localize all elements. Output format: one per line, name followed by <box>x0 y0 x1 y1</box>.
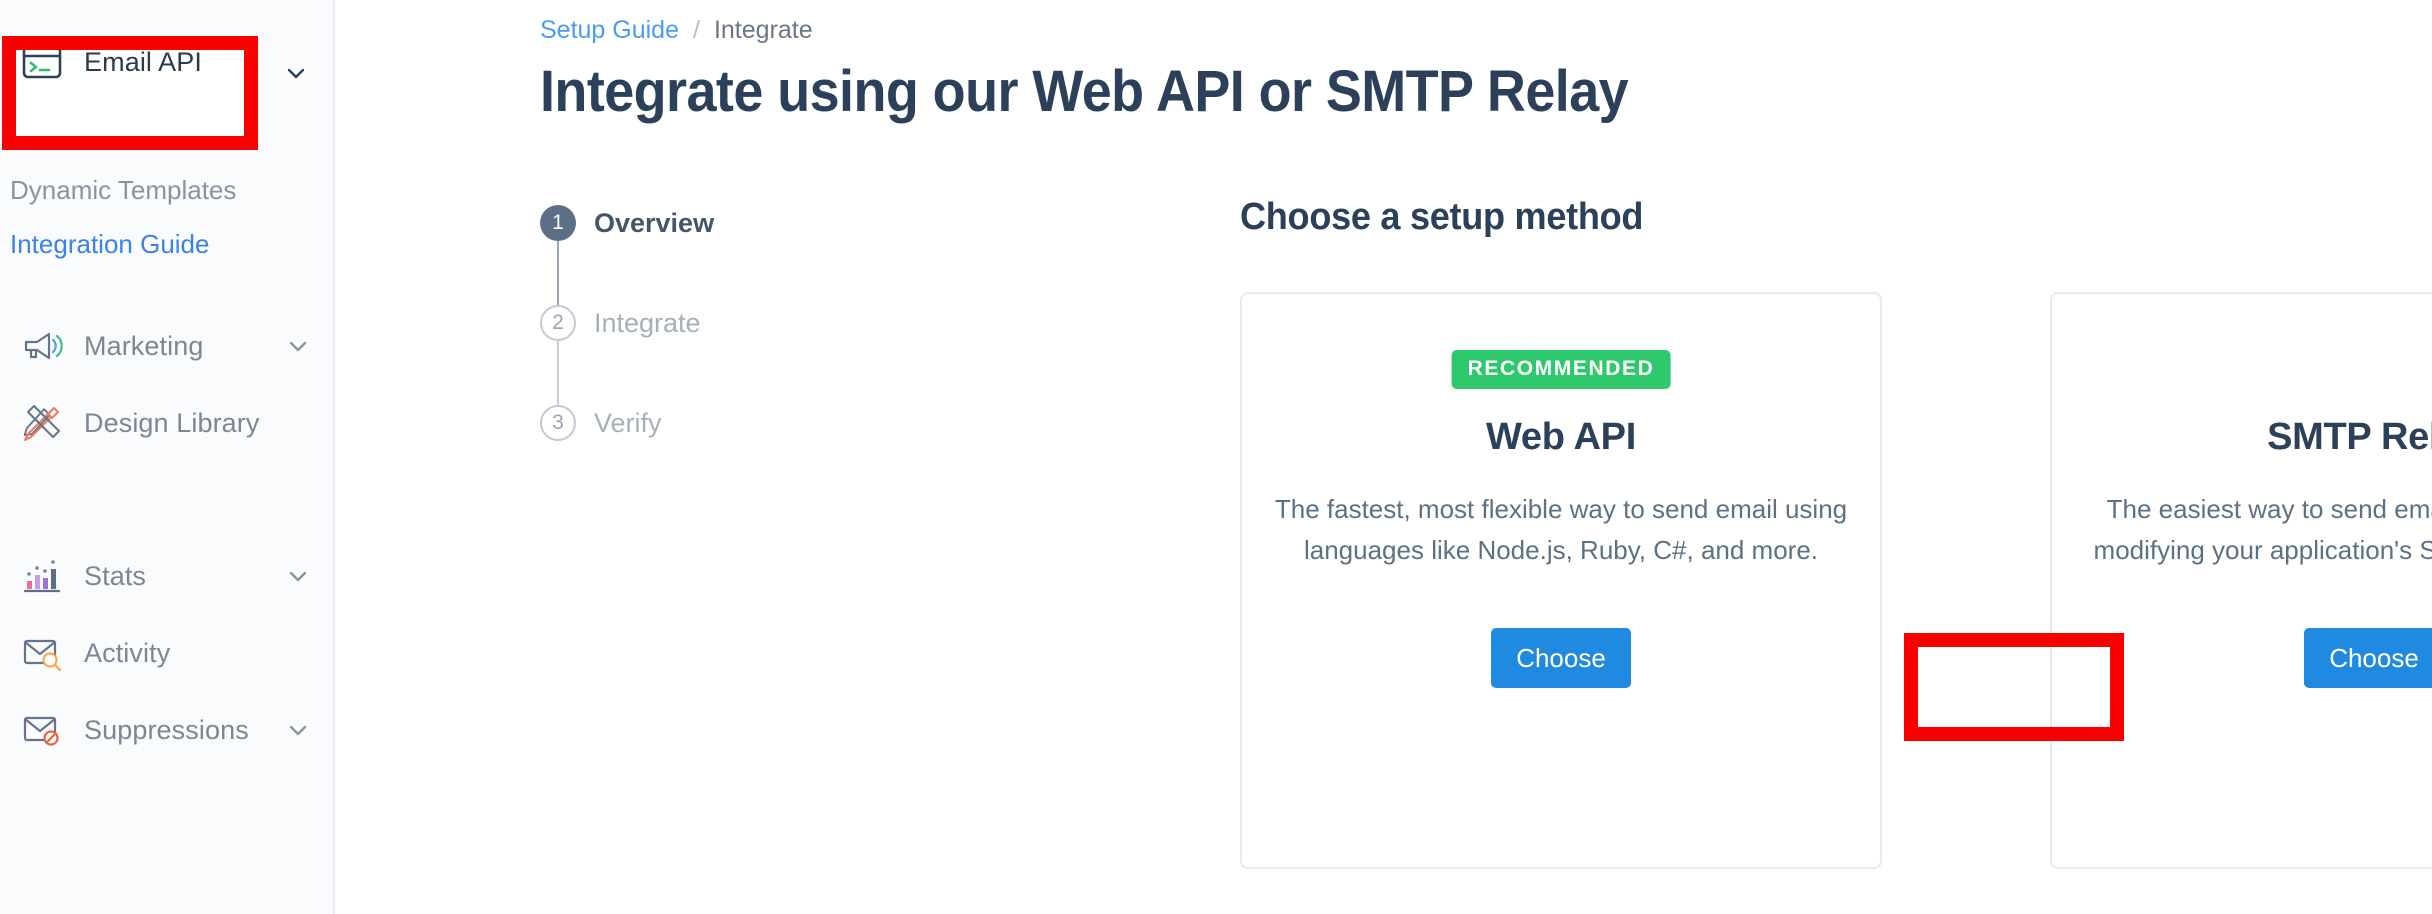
sidebar-item-label: Email API <box>84 46 202 77</box>
card-title: SMTP Relay <box>2267 416 2432 458</box>
sidebar-item-label: Stats <box>84 560 147 591</box>
step-label: Overview <box>594 207 715 238</box>
breadcrumb: Setup Guide / Integrate <box>540 16 813 45</box>
sidebar-item-label: Suppressions <box>84 714 249 745</box>
ruler-pencil-icon <box>22 403 68 443</box>
stepper-step-verify[interactable]: 3 Verify <box>540 405 840 441</box>
app-root: Email API Dynamic Templates Integration … <box>0 0 2432 914</box>
choose-smtp-relay-button[interactable]: Choose <box>2304 628 2432 688</box>
chevron-down-icon[interactable] <box>285 62 307 84</box>
sidebar-item-label: Design Library <box>84 407 260 438</box>
sidebar-item-label: Dynamic Templates <box>10 175 237 205</box>
stepper-connector-2 <box>557 341 559 405</box>
setup-method-card-web-api[interactable]: RECOMMENDED Web API The fastest, most fl… <box>1240 292 1882 869</box>
choose-web-api-button[interactable]: Choose <box>1491 628 1631 688</box>
stepper-step-integrate[interactable]: 2 Integrate <box>540 305 840 341</box>
breadcrumb-link-setup-guide[interactable]: Setup Guide <box>540 16 679 45</box>
sidebar-item-label: Marketing <box>84 330 204 361</box>
sidebar-item-stats[interactable]: Stats <box>0 540 335 612</box>
sidebar-item-label: Activity <box>84 637 171 668</box>
step-label: Verify <box>594 407 662 438</box>
step-number-badge: 2 <box>540 305 576 341</box>
stepper: 1 Overview 2 Integrate 3 Verify <box>540 205 840 441</box>
page-title: Integrate using our Web API or SMTP Rela… <box>540 59 1629 124</box>
step-number-badge: 1 <box>540 205 576 241</box>
sidebar-item-activity[interactable]: Activity <box>0 617 335 689</box>
setup-method-card-smtp-relay[interactable]: SMTP Relay The easiest way to send email… <box>2050 292 2432 869</box>
breadcrumb-current: Integrate <box>713 16 813 44</box>
stepper-step-overview[interactable]: 1 Overview <box>540 205 840 241</box>
sidebar-item-dynamic-templates[interactable]: Dynamic Templates <box>10 175 236 206</box>
main-content: Setup Guide / Integrate Integrate using … <box>335 0 2432 914</box>
section-title: Choose a setup method <box>1240 196 1644 238</box>
card-description: The easiest way to send email. It only r… <box>2093 494 2432 565</box>
chevron-down-icon[interactable] <box>287 565 309 587</box>
sidebar-item-label: Integration Guide <box>10 229 210 259</box>
status-badge: RECOMMENDED <box>1451 350 1671 389</box>
step-number-badge: 3 <box>540 405 576 441</box>
card-description: The fastest, most flexible way to send e… <box>1274 494 1848 565</box>
sidebar-item-design-library[interactable]: Design Library <box>0 387 335 459</box>
sidebar: Email API Dynamic Templates Integration … <box>0 0 335 914</box>
sidebar-item-suppressions[interactable]: Suppressions <box>0 694 335 766</box>
envelope-search-icon <box>22 633 68 673</box>
sidebar-item-marketing[interactable]: Marketing <box>0 310 335 382</box>
envelope-block-icon <box>22 710 68 750</box>
bar-chart-icon <box>22 556 68 596</box>
sidebar-item-integration-guide[interactable]: Integration Guide <box>10 229 209 260</box>
chevron-down-icon[interactable] <box>287 719 309 741</box>
stepper-connector-1 <box>557 241 559 305</box>
terminal-icon <box>22 42 68 82</box>
card-title: Web API <box>1486 416 1636 458</box>
breadcrumb-separator: / <box>693 16 700 44</box>
chevron-down-icon[interactable] <box>287 335 309 357</box>
megaphone-icon <box>22 326 68 366</box>
step-label: Integrate <box>594 307 701 338</box>
